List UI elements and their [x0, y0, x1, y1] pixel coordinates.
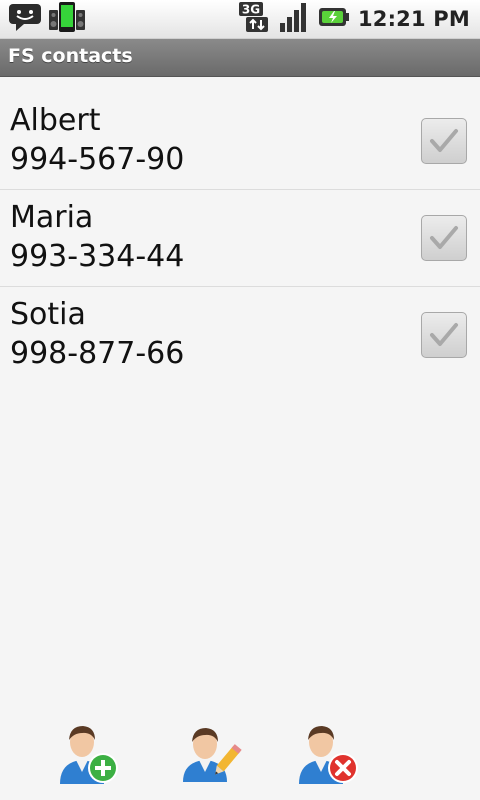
contact-checkbox[interactable]	[421, 215, 467, 261]
status-time: 12:21 PM	[357, 7, 470, 31]
status-bar: 3G 12:21 PM	[0, 0, 480, 39]
message-icon[interactable]	[8, 2, 42, 36]
contact-phone: 998-877-66	[10, 336, 185, 371]
speaker-phone-icon[interactable]	[48, 1, 86, 37]
page-title: FS contacts	[8, 45, 133, 67]
add-contact-icon	[60, 726, 118, 784]
3g-data-icon: 3G	[238, 1, 270, 37]
edit-contact-icon	[183, 728, 242, 782]
contact-phone: 994-567-90	[10, 142, 185, 177]
contact-name: Albert	[10, 103, 101, 138]
add-contact-button[interactable]	[56, 718, 122, 788]
contact-row-sotia[interactable]: Sotia 998-877-66	[0, 287, 480, 383]
checkmark-icon	[430, 129, 458, 152]
contact-phone: 993-334-44	[10, 239, 185, 274]
battery-charging-icon	[318, 5, 350, 33]
contact-name: Maria	[10, 200, 94, 235]
edit-contact-button[interactable]	[177, 718, 243, 788]
network-label: 3G	[242, 3, 260, 17]
delete-contact-button[interactable]	[295, 718, 361, 788]
action-bar	[0, 718, 480, 794]
status-bar-system: 3G 12:21 PM	[238, 0, 470, 38]
contact-row-albert[interactable]: Albert 994-567-90	[0, 93, 480, 190]
contact-row-maria[interactable]: Maria 993-334-44	[0, 190, 480, 287]
contact-list: Albert 994-567-90 Maria 993-334-44 Sotia…	[0, 93, 480, 383]
screen: 3G 12:21 PM FS contacts Albert 994-567-9…	[0, 0, 480, 800]
delete-contact-icon	[299, 726, 358, 784]
contact-checkbox[interactable]	[421, 118, 467, 164]
contact-name: Sotia	[10, 297, 86, 332]
signal-icon	[278, 1, 310, 37]
checkmark-icon	[430, 323, 458, 346]
contact-checkbox[interactable]	[421, 312, 467, 358]
status-bar-notifications	[8, 0, 86, 38]
checkmark-icon	[430, 226, 458, 249]
title-bar: FS contacts	[0, 39, 480, 77]
